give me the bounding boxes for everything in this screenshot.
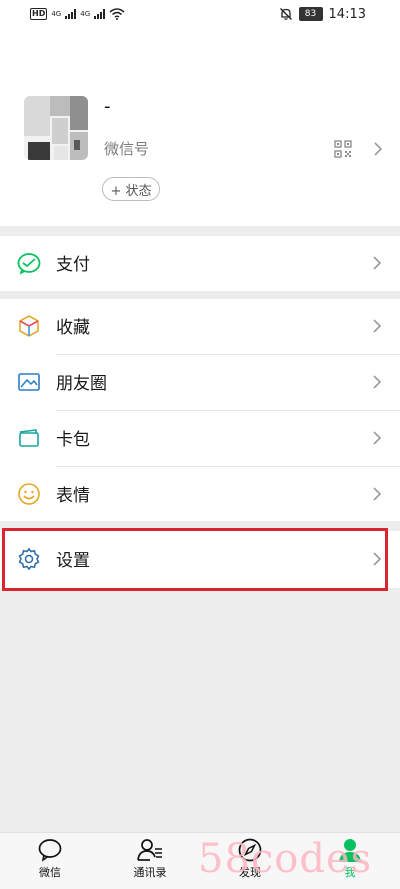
battery-level: 83 xyxy=(298,7,323,21)
favorites-cube-icon xyxy=(19,315,39,337)
smiley-icon xyxy=(18,483,40,505)
chevron-right-icon xyxy=(373,487,382,501)
avatar[interactable] xyxy=(24,96,88,160)
menu-item-cards[interactable]: 卡包 xyxy=(0,411,400,466)
status-button[interactable]: + 状态 xyxy=(102,177,160,201)
chat-bubble-icon xyxy=(38,839,62,862)
chevron-right-icon xyxy=(373,256,382,270)
menu-label-stickers: 表情 xyxy=(56,486,90,506)
pay-section: 支付 xyxy=(0,236,400,291)
menu-label-favorites: 收藏 xyxy=(56,318,90,338)
hd-indicator: HD xyxy=(30,8,48,20)
avatar-image xyxy=(24,96,88,160)
chevron-right-icon xyxy=(373,375,382,389)
menu-item-favorites[interactable]: 收藏 xyxy=(0,299,400,354)
menu-item-stickers[interactable]: 表情 xyxy=(0,467,400,522)
status-right: 83 14:13 xyxy=(279,5,366,23)
status-left: HD 4G 4G xyxy=(30,6,125,22)
tab-label-chats: 微信 xyxy=(39,866,61,879)
nickname: - xyxy=(104,96,113,117)
settings-highlight-box xyxy=(2,528,388,591)
network-label-2: 4G xyxy=(80,10,91,18)
tab-contacts[interactable]: 通讯录 xyxy=(110,837,190,880)
moments-picture-icon xyxy=(18,373,40,391)
qr-code-icon[interactable] xyxy=(334,140,352,158)
wifi-icon xyxy=(109,8,125,20)
menu-item-moments[interactable]: 朋友圈 xyxy=(0,355,400,410)
tab-chats[interactable]: 微信 xyxy=(10,837,90,880)
wechat-id: 微信号 xyxy=(104,140,150,158)
card-wallet-icon xyxy=(19,429,39,447)
chevron-right-icon xyxy=(373,431,382,445)
clock: 14:13 xyxy=(328,6,366,22)
signal-icon xyxy=(94,9,106,19)
signal-icon xyxy=(65,9,77,19)
mute-bell-icon xyxy=(279,8,292,20)
pay-icon xyxy=(17,253,41,275)
menu-label-cards: 卡包 xyxy=(56,430,90,450)
services-section: 收藏 朋友圈 卡包 表情 xyxy=(0,299,400,521)
menu-label-moments: 朋友圈 xyxy=(56,374,107,394)
watermark: 58codes xyxy=(198,836,373,882)
chevron-right-icon xyxy=(374,142,383,156)
status-bar: HD 4G 4G 83 14:13 xyxy=(0,0,400,28)
contacts-icon xyxy=(137,839,162,861)
tab-label-contacts: 通讯录 xyxy=(133,866,167,879)
menu-item-pay[interactable]: 支付 xyxy=(0,236,400,291)
menu-label-pay: 支付 xyxy=(56,255,90,275)
network-label-1: 4G xyxy=(51,10,62,18)
chevron-right-icon xyxy=(373,319,382,333)
